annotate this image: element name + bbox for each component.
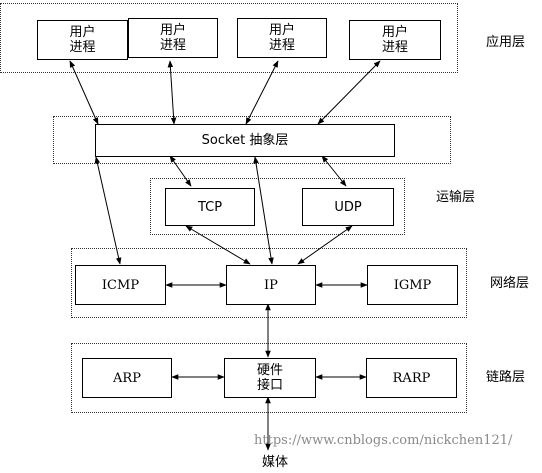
arrow-socket-icmp bbox=[94, 156, 122, 265]
arp-box: ARP bbox=[82, 358, 172, 398]
udp-box: UDP bbox=[302, 188, 394, 226]
tcpip-architecture-diagram: 应用层 运输层 网络层 链路层 用户 进程 用户 进程 用户 进程 用户 进程 … bbox=[0, 0, 542, 473]
media-label: 媒体 bbox=[262, 455, 289, 470]
arrow-process4-socket bbox=[317, 60, 381, 125]
icmp-box: ICMP bbox=[75, 265, 166, 305]
arrow-process1-socket bbox=[69, 60, 99, 125]
connector-lines bbox=[69, 60, 381, 451]
user-process-box: 用户 进程 bbox=[237, 18, 327, 58]
igmp-box: IGMP bbox=[367, 265, 458, 305]
arrow-udp-ip bbox=[297, 225, 353, 265]
user-process-box: 用户 进程 bbox=[37, 20, 128, 60]
user-process-box: 用户 进程 bbox=[128, 18, 218, 58]
ip-box: IP bbox=[226, 265, 316, 305]
socket-abstraction-layer-box: Socket 抽象层 bbox=[95, 124, 395, 157]
arrow-process3-socket bbox=[245, 60, 279, 125]
watermark-url: https://www.cnblogs.com/nickchen121/ bbox=[254, 433, 513, 448]
rarp-box: RARP bbox=[366, 358, 457, 398]
tcp-box: TCP bbox=[165, 188, 255, 226]
hardware-interface-box: 硬件 接口 bbox=[224, 358, 316, 398]
arrow-process2-socket bbox=[167, 60, 177, 125]
arrow-socket-udp bbox=[321, 155, 347, 187]
arrow-tcp-ip bbox=[185, 225, 251, 265]
arrow-socket-ip bbox=[253, 156, 274, 265]
arrow-socket-tcp bbox=[169, 155, 192, 187]
user-process-box: 用户 进程 bbox=[349, 20, 441, 60]
